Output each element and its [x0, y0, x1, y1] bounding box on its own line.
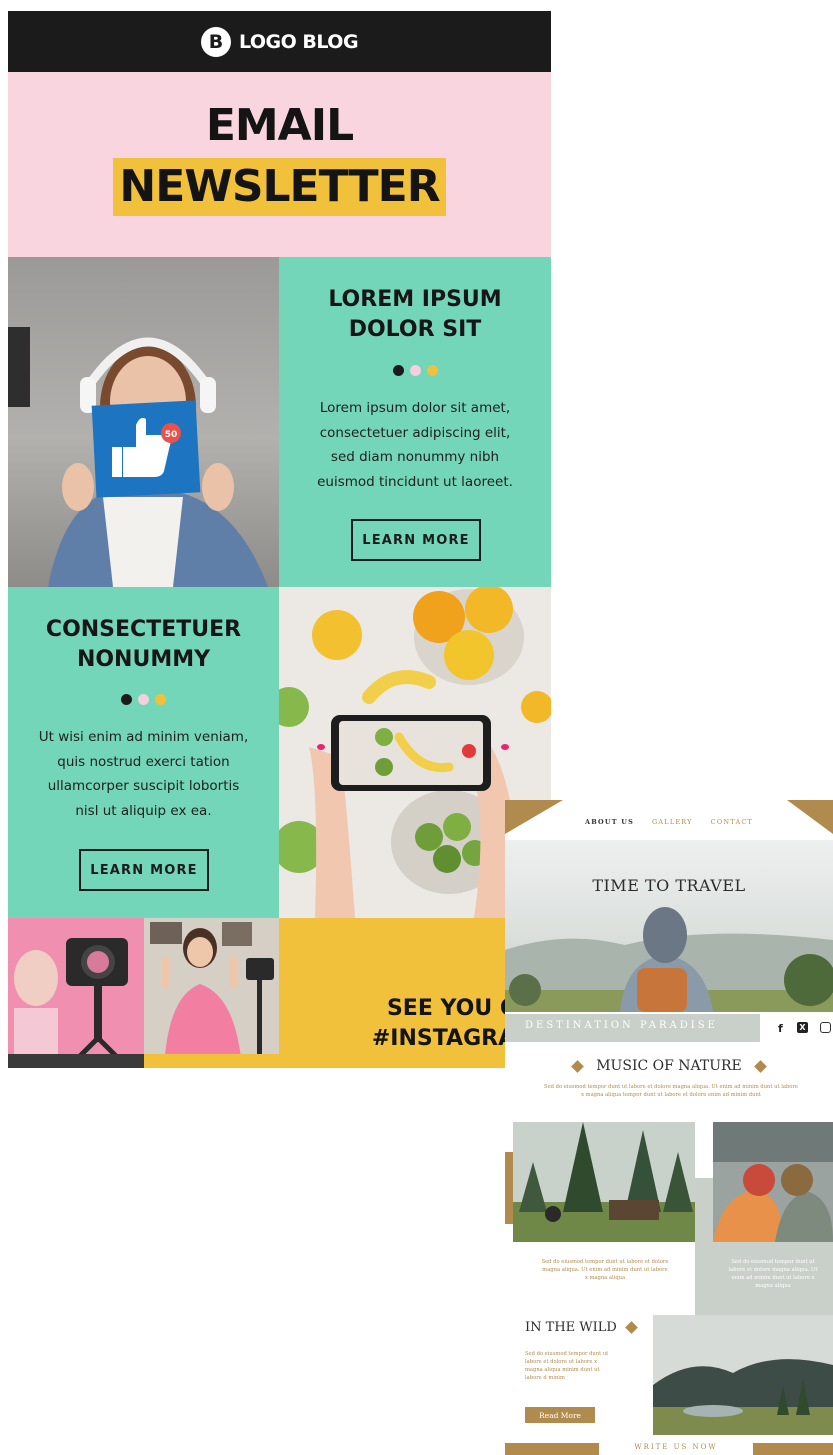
block2-body-line: Ut wisi enim ad minim veniam, — [38, 729, 249, 745]
dots-indicator — [279, 365, 551, 376]
section-intro-text: Sed do eiusmod tempor dunt ut labore et … — [509, 1083, 833, 1099]
newsletter-email-template: B LOGO BLOG EMAIL NEWSLETTER 50 LOREM IP… — [8, 11, 551, 1068]
x-icon[interactable]: X — [797, 1022, 808, 1033]
block1-body-line: sed diam nonummy nibh — [330, 449, 500, 465]
block1-title-line2: DOLOR SIT — [348, 317, 482, 342]
caption-line: magna aliqua — [755, 1283, 791, 1289]
photo-woman-like-sign: 50 — [8, 257, 279, 587]
dots-indicator — [8, 694, 279, 705]
caption-line: Sed do eiusmod tempor dunt ut — [731, 1259, 815, 1265]
block2-body: Ut wisi enim ad minim veniam, quis nostr… — [8, 725, 279, 823]
caption-line: enim ad minim dunt ut labore x — [731, 1275, 815, 1281]
section-heading-wild: IN THE WILD — [525, 1320, 638, 1335]
block1-body-line: Lorem ipsum dolor sit amet, — [319, 400, 511, 416]
forest-illustration — [513, 1122, 695, 1242]
read-more-button[interactable]: Read More — [525, 1407, 595, 1423]
photo-camera-vlog — [8, 918, 144, 1068]
hero-title-line1: EMAIL — [205, 100, 354, 151]
footer-right-bar — [753, 1443, 833, 1455]
dot-yellow — [155, 694, 166, 705]
diamond-icon — [571, 1059, 585, 1073]
couple-illustration — [713, 1122, 833, 1242]
vlogger-illustration — [144, 918, 279, 1068]
corner-decoration-left — [505, 800, 563, 834]
wild-text-line: labore et dolore ut labore x — [525, 1359, 598, 1365]
like-badge-count: 50 — [165, 430, 178, 440]
block2-body-line: nisl ut aliquip ex ea. — [75, 802, 212, 819]
content-block-2: CONSECTETUER NONUMMY Ut wisi enim ad min… — [8, 587, 279, 918]
learn-more-button-2[interactable]: LEARN MORE — [79, 849, 209, 891]
intro-line: Sed do eiusmod tempor dunt ut labore et … — [544, 1084, 798, 1090]
gold-accent-bar — [505, 1152, 513, 1224]
section-title-music: MUSIC OF NATURE — [596, 1058, 742, 1074]
logo-badge: B — [200, 26, 231, 57]
block1-body: Lorem ipsum dolor sit amet, consectetuer… — [279, 396, 551, 494]
dot-yellow — [426, 365, 438, 376]
forest-photo — [513, 1122, 695, 1242]
mountain-illustration — [653, 1315, 833, 1435]
wild-text-line: magna aliqua minim dunt ut — [525, 1367, 600, 1373]
caption-line: magna aliqua. Ut enim ad minim dunt ut l… — [542, 1267, 668, 1273]
block2-body-line: ullamcorper suscipit lobortis — [47, 778, 240, 794]
header-bar: B LOGO BLOG — [8, 11, 551, 72]
diamond-icon — [624, 1321, 638, 1334]
hero-title: TIME TO TRAVEL — [592, 876, 746, 895]
corner-decoration-right — [787, 800, 833, 834]
wild-text-line: labore d minim — [525, 1375, 565, 1381]
nav-gallery[interactable]: GALLERY — [652, 818, 693, 826]
caption-left: Sed do eiusmod tempor dunt ut labore et … — [517, 1258, 693, 1282]
write-us-now-link[interactable]: WRITE US NOW — [599, 1443, 753, 1451]
footer-left-bar — [505, 1443, 599, 1455]
couple-photo — [713, 1122, 833, 1242]
block1-body-line: consectetuer adipiscing elit, — [319, 424, 511, 441]
caption-right: Sed do eiusmod tempor dunt ut labore et … — [713, 1258, 833, 1290]
mountain-lake-photo — [653, 1315, 833, 1435]
wild-text-line: Sed do eiusmod tempor dunt ut — [525, 1351, 609, 1357]
photo-vlogger-woman — [144, 918, 279, 1068]
caption-line: Sed do eiusmod tempor dunt ut labore et … — [541, 1259, 669, 1265]
dot-dark — [121, 694, 132, 705]
section-title-wild: IN THE WILD — [525, 1320, 617, 1335]
learn-more-button-1[interactable]: LEARN MORE — [351, 519, 481, 561]
block2-body-line: quis nostrud exerci tation — [57, 753, 230, 770]
destination-label: DESTINATION PARADISE — [525, 1020, 718, 1031]
hero-banner: EMAIL NEWSLETTER — [8, 72, 551, 257]
intro-line: x magna aliqua tempor dunt ut labore et … — [581, 1092, 761, 1098]
hero-hiker-photo — [505, 840, 833, 1012]
block1-title-line1: LOREM IPSUM — [328, 287, 502, 312]
dot-pink — [409, 365, 421, 376]
wild-text: Sed do eiusmod tempor dunt ut labore et … — [525, 1350, 635, 1382]
dot-pink — [138, 694, 149, 705]
instagram-icon[interactable] — [820, 1022, 831, 1033]
top-navigation: ABOUT US GALLERY CONTACT — [505, 818, 833, 826]
logo-text: LOGO BLOG — [238, 30, 359, 53]
caption-line: labore et dolore magna aliqua. Ut — [728, 1267, 818, 1273]
hero-title-line2: NEWSLETTER — [113, 158, 446, 216]
hiker-illustration — [505, 840, 833, 1012]
caption-line: x magna aliqua — [584, 1275, 626, 1281]
block1-body-line: euismod tincidunt ut laoreet. — [317, 473, 513, 490]
woman-illustration: 50 — [8, 327, 268, 587]
diamond-icon — [753, 1059, 767, 1073]
block2-title-line2: NONUMMY — [76, 647, 211, 672]
travel-newsletter-template: ABOUT US GALLERY CONTACT TIME TO TRAVEL … — [505, 800, 833, 1455]
section-heading-music: MUSIC OF NATURE — [505, 1058, 833, 1074]
dot-dark — [392, 365, 404, 376]
facebook-icon[interactable]: f — [778, 1022, 783, 1035]
nav-contact[interactable]: CONTACT — [711, 818, 753, 826]
nav-about-us[interactable]: ABOUT US — [585, 818, 634, 826]
content-block-1: LOREM IPSUM DOLOR SIT Lorem ipsum dolor … — [279, 257, 551, 587]
block2-title-line1: CONSECTETUER — [45, 617, 242, 642]
camera-illustration — [8, 918, 144, 1068]
